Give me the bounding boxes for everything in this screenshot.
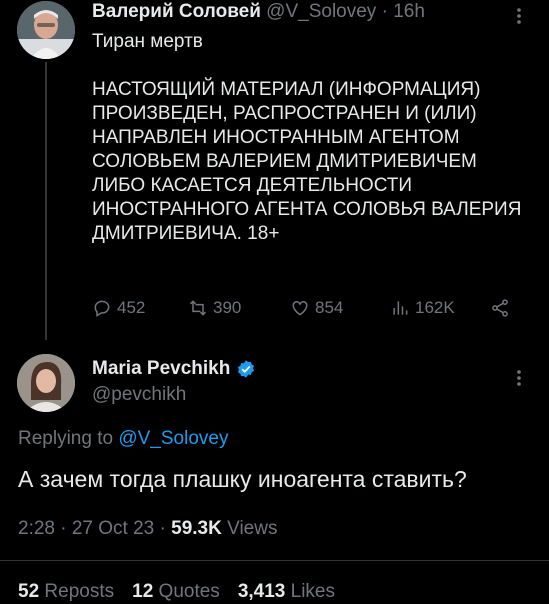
parent-tweet-time[interactable]: 16h [393, 1, 425, 22]
avatar-maria-pevchikh[interactable] [17, 354, 75, 412]
reply-icon [94, 300, 110, 317]
thread-connector-line [45, 62, 47, 340]
parent-tweet-actions: 452 390 854 162K [92, 298, 522, 322]
reposts-stat-count: 52 [18, 581, 40, 602]
repost-button[interactable]: 390 [188, 298, 241, 318]
divider [0, 560, 549, 561]
likes-stat-label: Likes [285, 581, 335, 602]
like-button[interactable]: 854 [290, 298, 343, 318]
reply-tweet-time[interactable]: 2:28 · 27 Oct 23 · [18, 518, 171, 539]
avatar-valery-solovey[interactable] [17, 1, 75, 59]
reply-tweet-text: А зачем тогда плашку иноагента ставить? [18, 466, 467, 492]
reply-views-label: Views [221, 518, 278, 539]
like-icon [292, 300, 308, 316]
likes-stat-count: 3,413 [237, 581, 286, 602]
views-icon [393, 301, 408, 315]
reply-tweet-meta: 2:28 · 27 Oct 23 · 59.3K Views [18, 518, 277, 540]
reply-tweet-stats: 52 Reposts 12 Quotes 3,413 Likes [18, 581, 335, 603]
verified-icon [238, 360, 255, 378]
parent-tweet-header: Валерий Соловей @V_Solovey · 16h [92, 1, 425, 23]
reply-views-count: 59.3K [171, 518, 222, 539]
replying-prefix: Replying to [18, 428, 119, 449]
reply-count: 452 [117, 298, 146, 317]
quotes-stat-count: 12 [132, 581, 154, 602]
likes-stat[interactable]: 3,413 Likes [238, 581, 335, 603]
replying-to-mention[interactable]: @V_Solovey [118, 428, 228, 449]
share-icon [492, 299, 508, 317]
reposts-stat[interactable]: 52 Reposts [18, 581, 114, 603]
views-button[interactable]: 162K [390, 298, 455, 318]
reply-author-name-row[interactable]: Maria Pevchikh [92, 358, 256, 380]
quotes-stat-label: Quotes [153, 581, 220, 602]
parent-author-handle[interactable]: @V_Solovey [266, 1, 376, 22]
parent-author-name[interactable]: Валерий Соловей [92, 1, 261, 22]
views-count: 162K [415, 298, 455, 317]
like-count: 854 [315, 298, 344, 317]
more-icon[interactable] [514, 368, 524, 388]
reply-author-name[interactable]: Maria Pevchikh [92, 358, 230, 380]
repost-icon [189, 300, 207, 316]
replying-to-line: Replying to @V_Solovey [18, 428, 228, 450]
share-button[interactable] [490, 298, 510, 318]
reply-author-handle[interactable]: @pevchikh [92, 384, 186, 406]
header-separator: · [381, 1, 388, 22]
repost-count: 390 [213, 298, 242, 317]
parent-tweet-text: Тиран мертв НАСТОЯЩИЙ МАТЕРИАЛ (ИНФОРМАЦ… [92, 31, 522, 244]
reply-button[interactable]: 452 [92, 298, 145, 318]
quotes-stat[interactable]: 12 Quotes [132, 581, 220, 603]
reposts-stat-label: Reposts [39, 581, 115, 602]
more-icon[interactable] [514, 6, 524, 26]
